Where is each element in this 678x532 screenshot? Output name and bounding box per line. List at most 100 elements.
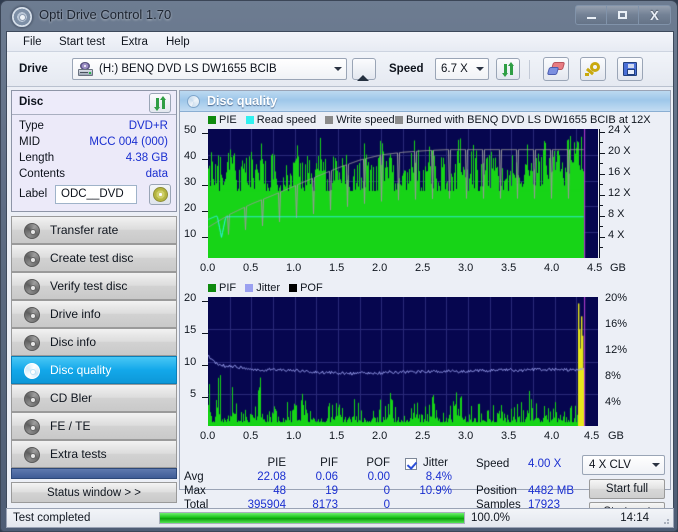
disc-icon-button[interactable]	[149, 184, 171, 205]
stats-row-label-max: Max	[184, 485, 206, 497]
refresh-icon	[501, 61, 516, 77]
start-full-button[interactable]: Start full	[589, 479, 665, 499]
sidebar-item-transfer-rate[interactable]: Transfer rate	[11, 216, 177, 244]
stats-row-label-avg: Avg	[184, 471, 204, 483]
erase-disc-button[interactable]	[543, 57, 569, 81]
maximize-icon	[618, 11, 627, 19]
disc-icon	[24, 307, 40, 323]
menu-help[interactable]: Help	[162, 35, 194, 49]
xtick-1-5: 1.5	[329, 262, 345, 274]
sidebar-item-create-test-disc[interactable]: Create test disc	[11, 244, 177, 272]
ytick-left-20: 20	[184, 202, 197, 214]
status-window-button[interactable]: Status window > >	[11, 482, 177, 503]
ytick-left-20: 20	[184, 292, 197, 304]
refresh-button[interactable]	[496, 58, 520, 80]
cd-icon	[152, 187, 168, 202]
sidebar-item-fe-te[interactable]: FE / TE	[11, 412, 177, 440]
drive-select[interactable]: (H:) BENQ DVD LS DW1655 BCIB	[72, 58, 347, 80]
ytick-right-4x: 4 X	[608, 229, 625, 241]
ytick-left-30: 30	[184, 176, 197, 188]
refresh-icon	[153, 95, 168, 111]
toolbar-separator	[529, 60, 530, 79]
jitter-checkbox[interactable]	[405, 458, 417, 470]
sidebar-item-label: Disc info	[50, 335, 97, 349]
sidebar-item-label: Disc quality	[50, 363, 112, 377]
minimize-button[interactable]	[575, 5, 607, 25]
sidebar-item-extra-tests[interactable]: Extra tests	[11, 440, 177, 468]
stats-avg-pie: 22.08	[257, 471, 286, 483]
disc-label-input[interactable]: ODC__DVD	[55, 185, 137, 204]
charts: PIE Read speed Write speed Burned with B…	[180, 112, 670, 457]
progress-fill	[160, 513, 464, 523]
stats-avg-pof: 0.00	[367, 471, 390, 483]
maximize-button[interactable]	[607, 5, 639, 25]
minimize-icon	[586, 17, 596, 19]
resize-grip[interactable]	[660, 515, 670, 525]
menu-extra[interactable]: Extra	[117, 35, 152, 49]
disc-icon	[24, 363, 40, 379]
info-value-position: 4482 MB	[528, 485, 575, 497]
sidebar-item-cd-bler[interactable]: CD Bler	[11, 384, 177, 412]
sidebar-item-label: Verify test disc	[50, 279, 128, 293]
progress-bar	[159, 512, 465, 524]
clock-text: 14:14	[620, 512, 649, 524]
disc-refresh-button[interactable]	[149, 93, 171, 113]
close-button[interactable]: X	[639, 5, 671, 25]
save-button[interactable]	[617, 57, 643, 81]
ytick-right-8pct: 8%	[605, 370, 621, 382]
app-window: Opti Drive Control 1.70 X File Start tes…	[0, 0, 678, 532]
xtick-1-5: 1.5	[329, 430, 345, 442]
xtick-4-5: 4.5	[584, 430, 600, 442]
legend-label: PIE	[219, 114, 237, 126]
legend-pif: PIF	[208, 282, 236, 294]
write-speed-select[interactable]: 4 X CLV	[582, 455, 665, 475]
key-icon	[585, 61, 601, 77]
xtick-3-5: 3.5	[501, 430, 517, 442]
legend-swatch	[208, 284, 216, 292]
xtick-0-0: 0.0	[200, 430, 216, 442]
ytick-left-15: 15	[184, 324, 197, 336]
eject-button[interactable]	[352, 58, 376, 81]
status-bar: Test completed 100.0% 14:14	[6, 508, 674, 528]
xtick-2-0: 2.0	[372, 430, 388, 442]
write-speed-value: 4 X CLV	[589, 459, 631, 471]
disc-box-title: Disc	[19, 96, 44, 108]
xtick-3-0: 3.0	[458, 262, 474, 274]
client-area: File Start test Extra Help Drive (H:) BE…	[6, 31, 674, 527]
sidebar-item-disc-quality[interactable]: Disc quality	[11, 356, 177, 384]
ytick-left-10: 10	[184, 356, 197, 368]
ytick-right-4pct: 4%	[605, 396, 621, 408]
xtick-1-0: 1.0	[286, 262, 302, 274]
ytick-right-16pct: 16%	[605, 318, 628, 330]
speed-select[interactable]: 6.7 X	[435, 58, 489, 80]
disc-row-label-mid: MID	[19, 136, 41, 148]
statistics-panel: PIE PIF POF Jitter Avg Max Total 22.08 0…	[180, 455, 670, 522]
plot-pif-jitter	[208, 297, 598, 426]
info-label-speed: Speed	[476, 458, 510, 470]
sidebar-item-drive-info[interactable]: Drive info	[11, 300, 177, 328]
sidebar-item-label: CD Bler	[50, 391, 93, 405]
legend-swatch	[245, 284, 254, 292]
chevron-down-icon	[329, 59, 346, 79]
ytick-right-24x: 24 X	[608, 124, 631, 136]
stats-max-pie: 48	[273, 485, 286, 497]
disc-icon	[24, 251, 40, 267]
eraser-icon	[546, 62, 565, 76]
plot-pie-readspeed	[208, 129, 598, 258]
disc-row-value-contents: data	[145, 168, 168, 180]
disc-row-value-length: 4.38 GB	[125, 152, 168, 164]
speed-label: Speed	[389, 63, 424, 75]
legend-swatch	[395, 116, 403, 124]
legend-write-speed: Write speed	[325, 114, 395, 126]
menu-file[interactable]: File	[19, 35, 46, 49]
drive-label: Drive	[19, 63, 48, 75]
disc-row-value-mid: MCC 004 (000)	[89, 136, 168, 148]
drive-settings-button[interactable]	[580, 57, 606, 81]
menu-start-test[interactable]: Start test	[55, 35, 109, 49]
sidebar-item-verify-test-disc[interactable]: Verify test disc	[11, 272, 177, 300]
chevron-down-icon	[471, 59, 488, 79]
info-label-position: Position	[476, 485, 517, 497]
sidebar-item-label: Drive info	[50, 307, 101, 321]
sidebar-item-disc-info[interactable]: Disc info	[11, 328, 177, 356]
disc-row-label-type: Type	[19, 120, 44, 132]
